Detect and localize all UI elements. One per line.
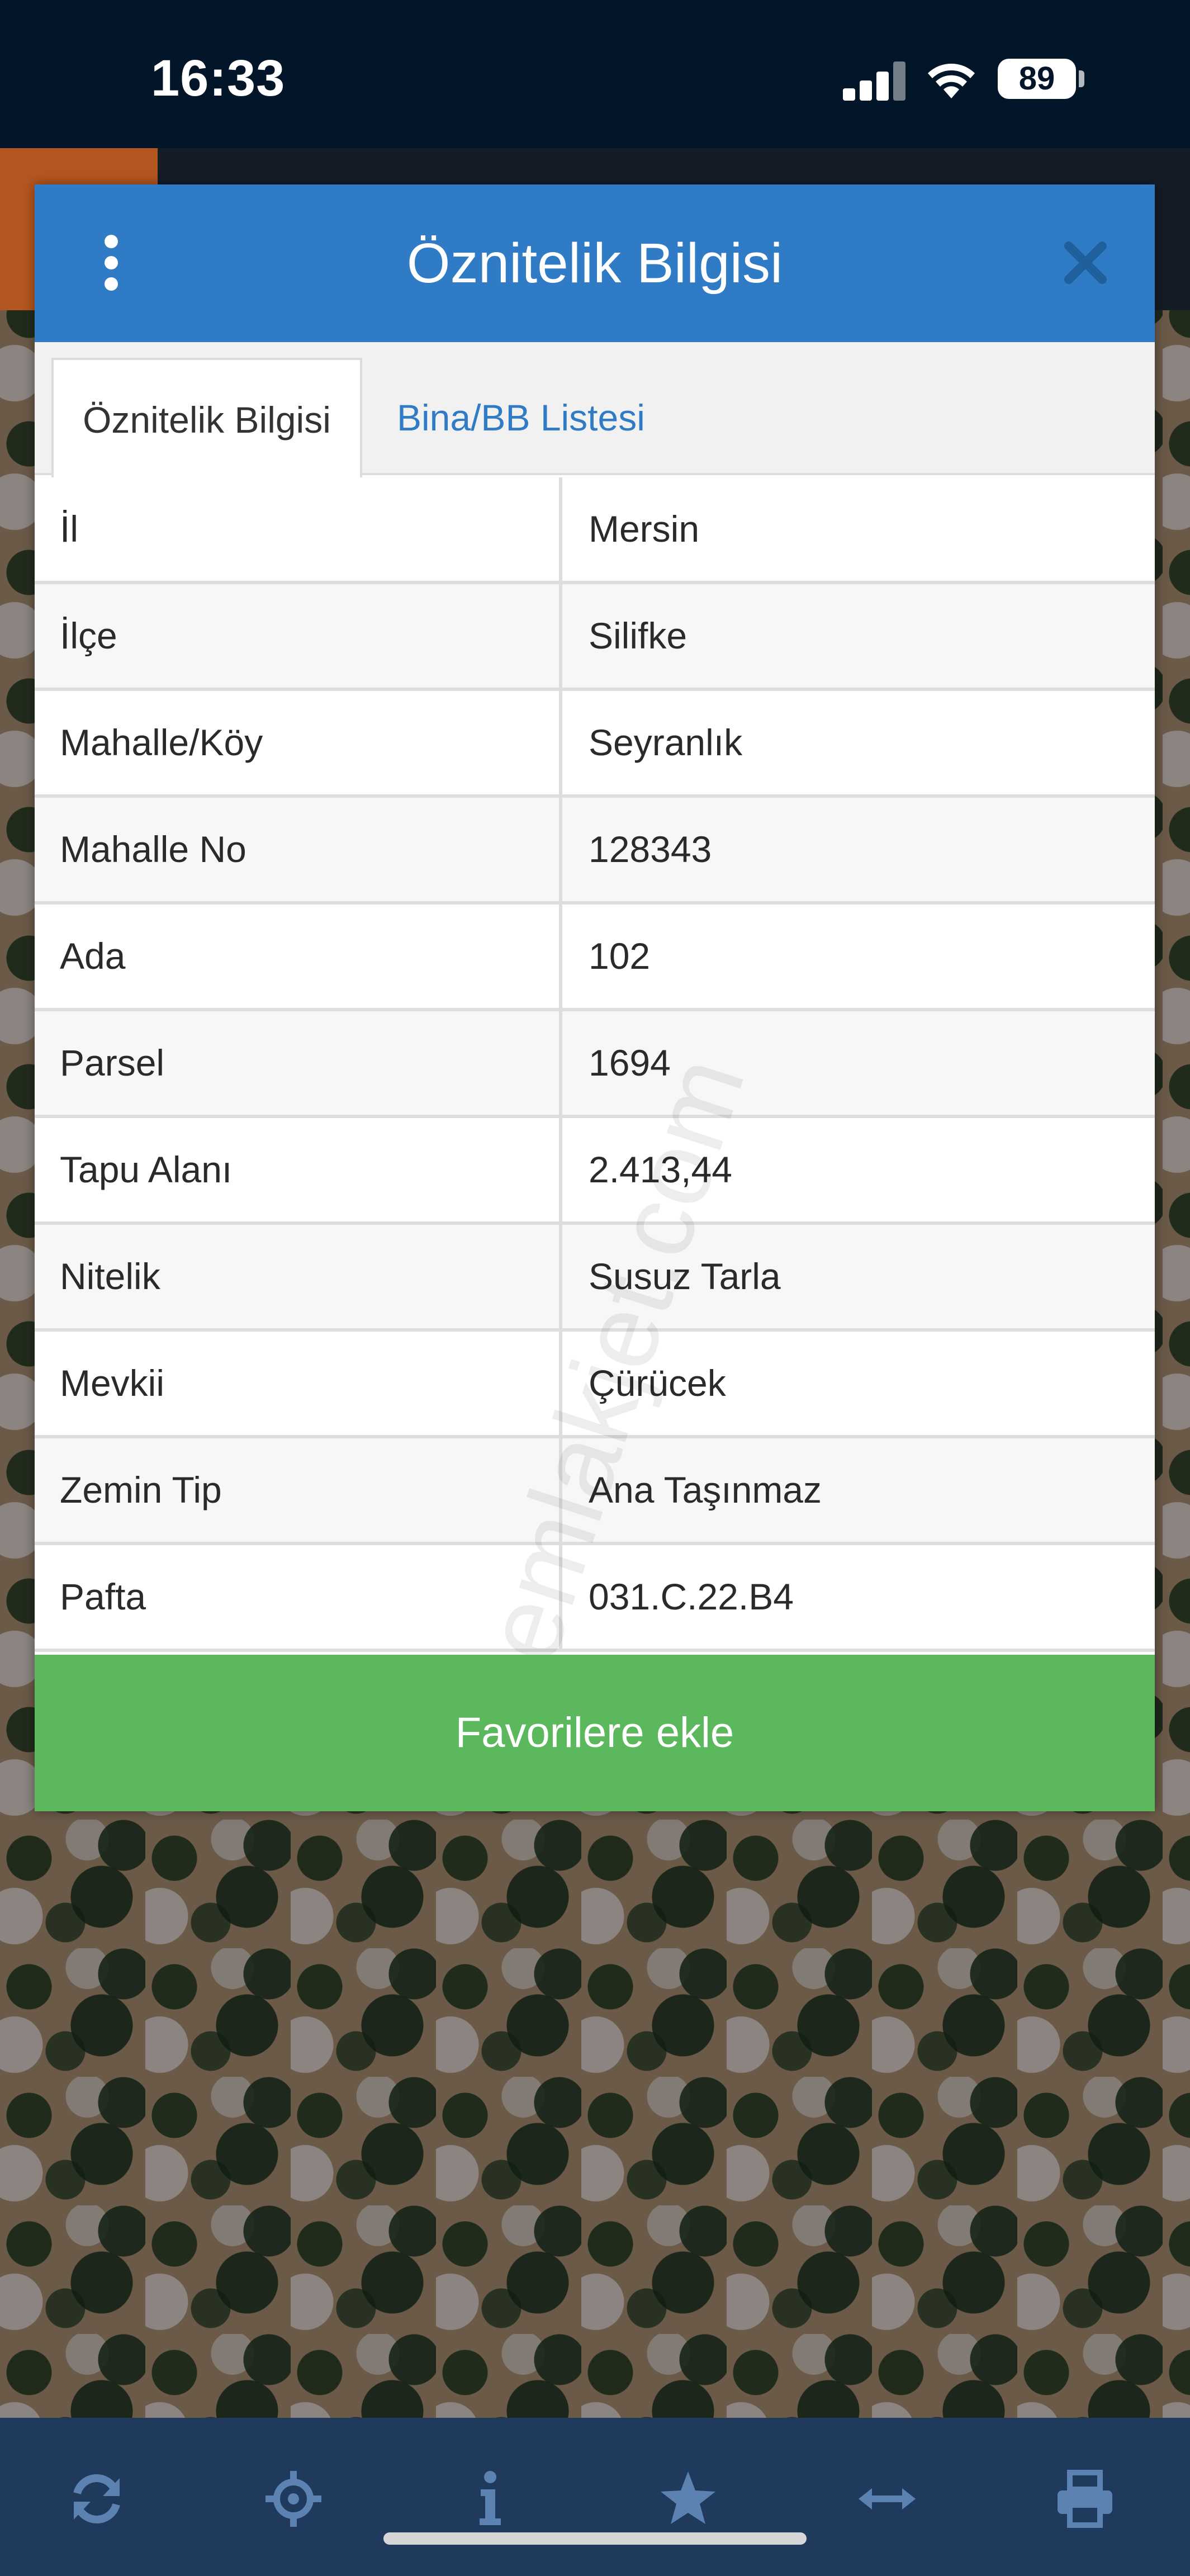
attribute-info-dialog: Öznitelik Bilgisi Öznitelik Bilgisi Bina… xyxy=(35,184,1155,1811)
info-icon[interactable] xyxy=(459,2468,521,2530)
more-options-icon[interactable] xyxy=(103,235,120,291)
status-time: 16:33 xyxy=(151,50,286,107)
crosshair-icon[interactable] xyxy=(263,2468,324,2530)
dialog-title: Öznitelik Bilgisi xyxy=(406,232,783,295)
row-key: Pafta xyxy=(35,1545,562,1649)
table-row: Mevkii Çürücek xyxy=(35,1332,1155,1438)
row-key: Mevkii xyxy=(35,1332,562,1435)
table-row: Nitelik Susuz Tarla xyxy=(35,1225,1155,1332)
row-value: Ana Taşınmaz xyxy=(589,1469,822,1510)
bottom-toolbar xyxy=(0,2418,1190,2576)
row-value: 1694 xyxy=(589,1042,671,1083)
battery-indicator: 89 xyxy=(998,59,1076,99)
row-key: Mahalle/Köy xyxy=(35,691,562,794)
row-value: 102 xyxy=(589,935,651,977)
tab-building-list[interactable]: Bina/BB Listesi xyxy=(397,358,645,477)
wifi-icon xyxy=(928,63,975,98)
table-row: Ada 102 xyxy=(35,905,1155,1011)
home-indicator[interactable] xyxy=(383,2532,807,2545)
tab-bar: Öznitelik Bilgisi Bina/BB Listesi xyxy=(35,342,1155,477)
row-key: İl xyxy=(35,477,562,581)
star-icon[interactable] xyxy=(657,2468,719,2530)
row-key: Ada xyxy=(35,905,562,1008)
row-value: 031.C.22.B4 xyxy=(589,1576,794,1617)
cellular-signal-icon xyxy=(843,61,905,101)
table-row: Parsel 1694 xyxy=(35,1011,1155,1118)
tab-attribute-info[interactable]: Öznitelik Bilgisi xyxy=(51,358,362,477)
table-row: Zemin Tip Ana Taşınmaz xyxy=(35,1438,1155,1545)
print-icon[interactable] xyxy=(1054,2468,1116,2530)
row-value: 128343 xyxy=(589,828,712,870)
dialog-header: Öznitelik Bilgisi xyxy=(35,184,1155,342)
row-key: Zemin Tip xyxy=(35,1438,562,1542)
close-icon[interactable] xyxy=(1063,240,1108,285)
table-row: Mahalle No 128343 xyxy=(35,798,1155,905)
row-key: Tapu Alanı xyxy=(35,1118,562,1221)
row-value: Susuz Tarla xyxy=(589,1256,781,1297)
row-key: İlçe xyxy=(35,584,562,688)
add-to-favorites-button[interactable]: Favorilere ekle xyxy=(35,1655,1155,1811)
refresh-icon[interactable] xyxy=(66,2468,127,2530)
row-value: Seyranlık xyxy=(589,722,743,763)
table-row: Tapu Alanı 2.413,44 xyxy=(35,1118,1155,1225)
table-row: İlçe Silifke xyxy=(35,584,1155,691)
status-bar: 16:33 89 xyxy=(0,0,1190,148)
row-value: Silifke xyxy=(589,615,688,656)
attribute-table: İl Mersin İlçe Silifke Mahalle/Köy Seyra… xyxy=(35,477,1155,1652)
row-value: 2.413,44 xyxy=(589,1149,732,1190)
table-row: İl Mersin xyxy=(35,477,1155,584)
battery-tip xyxy=(1079,70,1084,87)
table-row: Mahalle/Köy Seyranlık xyxy=(35,691,1155,798)
table-row: Pafta 031.C.22.B4 xyxy=(35,1545,1155,1652)
row-key: Mahalle No xyxy=(35,798,562,901)
row-value: Mersin xyxy=(589,508,700,550)
row-key: Nitelik xyxy=(35,1225,562,1328)
measure-icon[interactable] xyxy=(856,2468,918,2530)
row-key: Parsel xyxy=(35,1011,562,1115)
row-value: Çürücek xyxy=(589,1362,726,1404)
